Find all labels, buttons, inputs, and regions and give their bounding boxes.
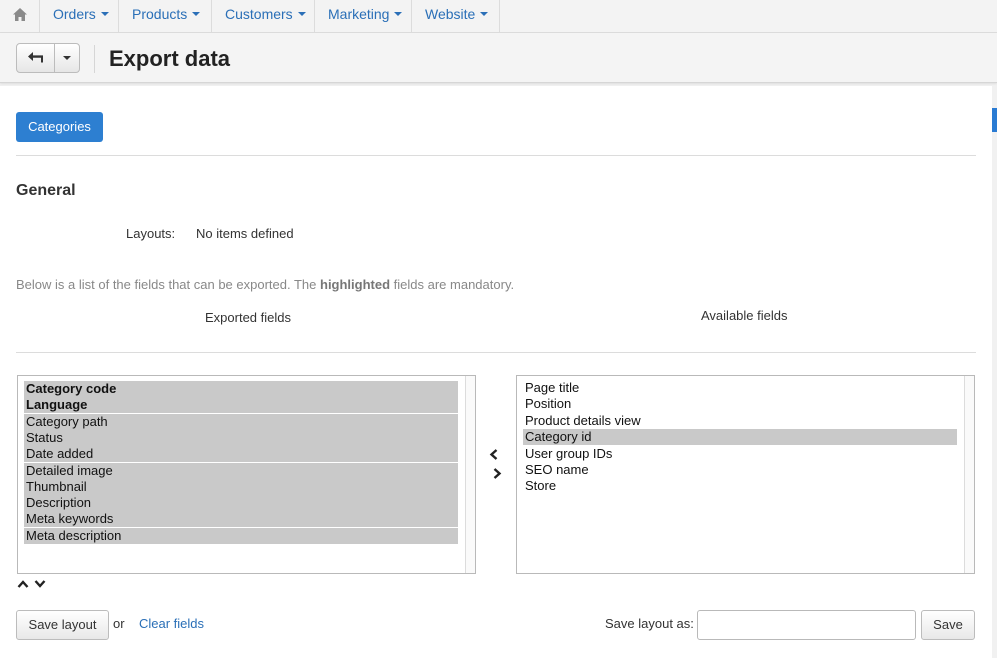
divider — [94, 45, 95, 73]
available-fields-header: Available fields — [701, 308, 788, 323]
move-left-icon[interactable] — [489, 449, 499, 460]
nav-products-label: Products — [132, 6, 188, 22]
exported-field-option[interactable]: Meta keywords — [24, 511, 458, 528]
available-field-option[interactable]: Category id — [523, 429, 957, 446]
chevron-down-icon — [394, 12, 403, 17]
nav-marketing-label: Marketing — [328, 6, 390, 22]
nav-customers-label: Customers — [225, 6, 293, 22]
info-text: Below is a list of the fields that can b… — [16, 277, 514, 292]
available-field-option[interactable]: Page title — [523, 380, 957, 396]
exported-field-option[interactable]: Meta description — [24, 527, 458, 544]
available-field-option[interactable]: SEO name — [523, 462, 957, 478]
exported-field-option[interactable]: Status — [24, 429, 458, 446]
nav-orders-label: Orders — [53, 6, 96, 22]
back-arrow-icon — [28, 52, 43, 63]
home-icon — [13, 8, 27, 21]
chevron-down-icon — [100, 12, 109, 17]
exported-field-option[interactable]: Language — [24, 397, 458, 414]
exported-fields-header: Exported fields — [205, 310, 291, 325]
scrollbar[interactable] — [964, 376, 974, 573]
exported-field-option[interactable]: Date added — [24, 446, 458, 463]
home-button[interactable] — [0, 0, 40, 32]
chevron-down-icon — [480, 12, 489, 17]
tab-categories[interactable]: Categories — [16, 112, 103, 142]
exported-field-option[interactable]: Detailed image — [24, 462, 458, 479]
nav-customers[interactable]: Customers — [212, 0, 315, 32]
clear-fields-link[interactable]: Clear fields — [139, 616, 204, 631]
exported-field-option[interactable]: Category path — [24, 413, 458, 430]
available-field-option[interactable]: Product details view — [523, 413, 957, 429]
chevron-down-icon — [192, 12, 201, 17]
section-title-general: General — [16, 182, 76, 199]
save-button[interactable]: Save — [921, 610, 975, 640]
chevron-down-icon — [63, 56, 71, 60]
or-text: or — [113, 616, 125, 631]
layouts-value: No items defined — [196, 226, 294, 241]
info-highlight: highlighted — [320, 277, 391, 292]
back-dropdown-button[interactable] — [55, 44, 79, 72]
info-prefix: Below is a list of the fields that can b… — [16, 277, 320, 292]
page-title: Export data — [109, 46, 231, 71]
available-fields-list[interactable]: Page title Position Product details view Ca… — [516, 375, 975, 574]
nav-website[interactable]: Website — [412, 0, 500, 32]
nav-marketing[interactable]: Marketing — [315, 0, 412, 32]
nav-products[interactable]: Products — [119, 0, 212, 32]
nav-website-label: Website — [425, 6, 476, 22]
divider — [16, 352, 976, 353]
back-button-group — [16, 43, 80, 73]
back-button[interactable] — [17, 44, 55, 72]
save-layout-button[interactable]: Save layout — [16, 610, 109, 640]
top-navigation: Orders Products Customers Marketing Webs… — [0, 0, 997, 33]
divider — [16, 155, 976, 156]
exported-field-option[interactable]: Category code — [24, 381, 458, 397]
save-layout-as-input[interactable] — [697, 610, 916, 640]
nav-orders[interactable]: Orders — [40, 0, 119, 32]
exported-fields-list[interactable]: Category code Language Category path Status… — [17, 375, 476, 574]
move-up-icon[interactable] — [17, 579, 29, 589]
layouts-label: Layouts: — [126, 226, 176, 241]
exported-field-option[interactable]: Thumbnail — [24, 478, 458, 495]
chevron-down-icon — [297, 12, 306, 17]
available-field-option[interactable]: Store — [523, 478, 957, 494]
scrollbar[interactable] — [465, 376, 475, 573]
info-suffix: fields are mandatory. — [390, 277, 515, 292]
move-down-icon[interactable] — [34, 579, 46, 589]
exported-field-option[interactable]: Description — [24, 495, 458, 512]
available-field-option[interactable]: Position — [523, 396, 957, 412]
available-field-option[interactable]: User group IDs — [523, 446, 957, 462]
save-layout-as-label: Save layout as: — [605, 616, 694, 631]
side-accent — [992, 108, 997, 132]
move-right-icon[interactable] — [492, 468, 502, 479]
